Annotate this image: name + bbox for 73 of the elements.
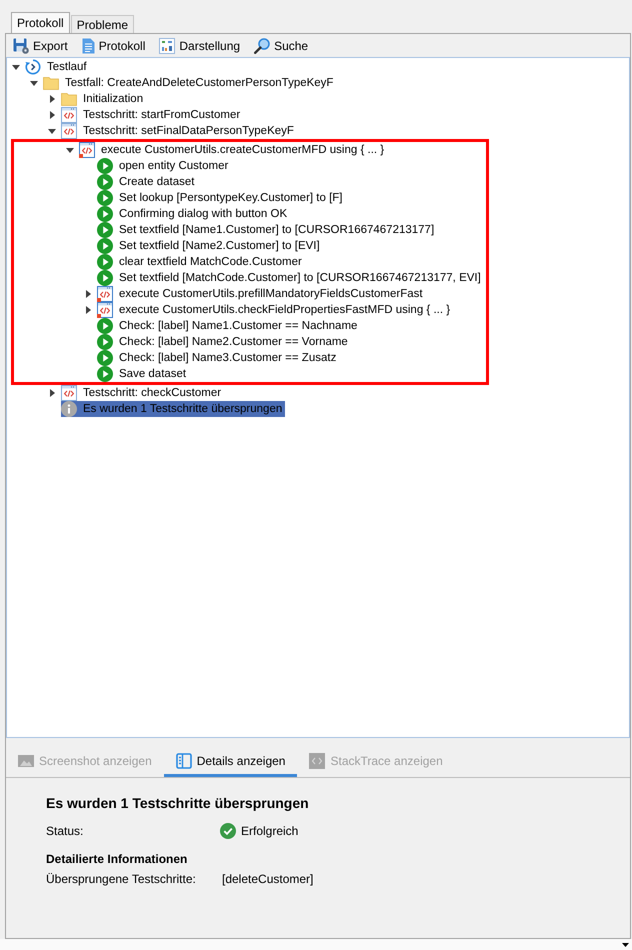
code-icon xyxy=(309,753,326,769)
caret-icon[interactable] xyxy=(622,942,629,946)
refresh-clock-icon xyxy=(25,59,41,75)
play-circle-icon xyxy=(97,270,113,286)
tree-item[interactable]: Check: [label] Name1.Customer == Nachname xyxy=(97,318,360,334)
tree-item[interactable]: Save dataset xyxy=(97,366,190,382)
caret-right-icon[interactable] xyxy=(50,389,54,397)
play-circle-icon xyxy=(97,206,113,222)
tree-item[interactable]: Confirming dialog with button OK xyxy=(97,206,290,222)
code-file-icon xyxy=(61,123,77,139)
field-label: Übersprungene Testschritte: xyxy=(46,871,196,887)
toolbar-button[interactable]: Darstellung xyxy=(157,36,242,56)
tree-item[interactable]: Set textfield [MatchCode.Customer] to [CURSOR1667467213177, EVI] xyxy=(97,270,484,286)
tree-item[interactable]: Create dataset xyxy=(97,174,198,190)
tree-item[interactable]: Testschritt: setFinalDataPersonTypeKeyF xyxy=(61,123,297,139)
field-value: [deleteCustomer] xyxy=(222,871,314,887)
field-label: Status: xyxy=(46,823,84,839)
tab[interactable]: Details anzeigen xyxy=(164,748,298,777)
tab[interactable]: Probleme xyxy=(70,15,134,33)
tree-item[interactable]: Set textfield [Name2.Customer] to [EVI] xyxy=(97,238,323,254)
details-panel-icon xyxy=(176,753,192,769)
play-circle-icon xyxy=(97,174,113,190)
search-icon xyxy=(254,38,270,54)
play-circle-icon xyxy=(97,366,113,382)
caret-right-icon[interactable] xyxy=(50,111,54,119)
script-file-icon xyxy=(79,142,95,158)
toolbar-button[interactable]: Protokoll xyxy=(80,36,148,56)
tree-item[interactable]: clear textfield MatchCode.Customer xyxy=(97,254,305,270)
code-file-icon xyxy=(61,107,77,123)
toolbar-button[interactable]: Suche xyxy=(252,36,310,56)
status-value: Erfolgreich xyxy=(241,823,298,839)
image-icon xyxy=(18,755,34,767)
play-circle-icon xyxy=(97,190,113,206)
tree-item[interactable]: execute CustomerUtils.checkFieldPropertiesFastMFD using { ... } xyxy=(97,302,454,318)
layout-grid-icon xyxy=(159,38,176,54)
caret-down-icon[interactable] xyxy=(66,148,74,152)
tree-item[interactable]: execute CustomerUtils.createCustomerMFD using { ... } xyxy=(79,142,388,158)
code-file-icon xyxy=(61,385,77,401)
play-circle-icon xyxy=(97,350,113,366)
tree-item[interactable]: Check: [label] Name2.Customer == Vorname xyxy=(97,334,351,350)
info-icon xyxy=(61,401,77,417)
tree-item[interactable]: Testschritt: startFromCustomer xyxy=(61,107,244,123)
play-circle-icon xyxy=(97,222,113,238)
script-file-icon xyxy=(97,302,113,318)
tab[interactable]: Protokoll xyxy=(11,12,70,33)
play-circle-icon xyxy=(97,254,113,270)
tree-item[interactable]: Set lookup [PersontypeKey.Customer] to [F] xyxy=(97,190,346,206)
caret-right-icon[interactable] xyxy=(86,306,90,314)
tree-item[interactable]: Testfall: CreateAndDeleteCustomerPersonTypeKeyF xyxy=(43,75,336,91)
tree-item[interactable]: Testlauf xyxy=(25,59,90,75)
caret-down-icon[interactable] xyxy=(30,80,38,86)
tree-item[interactable]: Set textfield [Name1.Customer] to [CURSOR1667467213177] xyxy=(97,222,438,238)
section-heading: Detailierte Informationen xyxy=(46,851,188,867)
caret-down-icon[interactable] xyxy=(12,64,20,70)
caret-down-icon[interactable] xyxy=(48,128,56,134)
folder-icon xyxy=(61,92,77,106)
document-icon xyxy=(82,38,95,54)
toolbar-button[interactable]: Export xyxy=(11,36,70,56)
play-circle-icon xyxy=(97,318,113,334)
tree-item[interactable]: Check: [label] Name3.Customer == Zusatz xyxy=(97,350,340,366)
caret-right-icon[interactable] xyxy=(50,95,54,103)
play-circle-icon xyxy=(97,158,113,174)
play-circle-icon xyxy=(97,238,113,254)
tree-item[interactable]: execute CustomerUtils.prefillMandatoryFieldsCustomerFast xyxy=(97,286,426,302)
caret-right-icon[interactable] xyxy=(86,290,90,298)
details-heading: Es wurden 1 Testschritte übersprungen xyxy=(46,795,309,812)
script-file-icon xyxy=(97,286,113,302)
folder-icon xyxy=(43,76,59,90)
tree-item[interactable]: open entity Customer xyxy=(97,158,232,174)
play-circle-icon xyxy=(97,334,113,350)
tree-item[interactable]: Initialization xyxy=(61,91,146,107)
check-circle-icon xyxy=(220,823,236,839)
tree-item[interactable]: Es wurden 1 Testschritte übersprungen xyxy=(61,401,286,417)
